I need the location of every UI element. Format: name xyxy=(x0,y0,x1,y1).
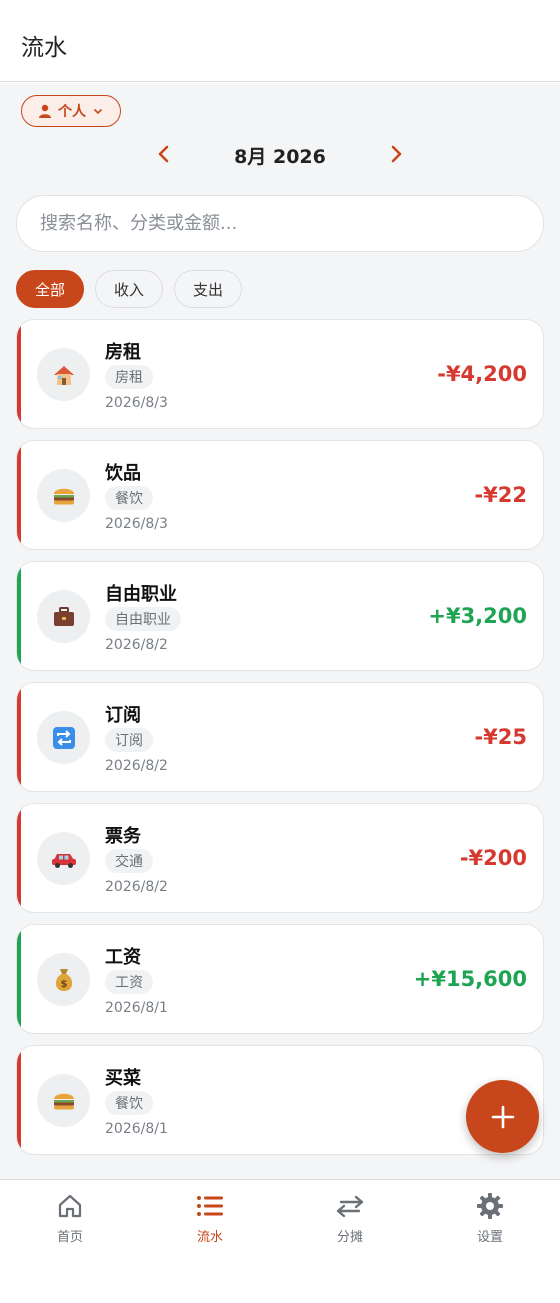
income-indicator-bar xyxy=(17,562,21,670)
transaction-amount: -¥22 xyxy=(474,483,527,507)
transaction-amount: +¥3,200 xyxy=(428,604,527,628)
scope-selector[interactable]: 个人 xyxy=(21,95,121,127)
transaction-card[interactable]: 自由职业 自由职业 2026/8/2 +¥3,200 xyxy=(16,561,544,671)
scope-label: 个人 xyxy=(58,104,86,120)
transaction-name: 订阅 xyxy=(105,705,141,726)
transaction-amount: -¥25 xyxy=(474,725,527,749)
category-tag: 餐饮 xyxy=(105,1091,153,1115)
transaction-date: 2026/8/2 xyxy=(105,879,168,895)
expense-indicator-bar xyxy=(17,320,21,428)
transaction-name: 买菜 xyxy=(105,1068,141,1089)
category-tag: 房租 xyxy=(105,365,153,389)
category-tag: 自由职业 xyxy=(105,607,181,631)
split-arrows-icon xyxy=(335,1192,365,1220)
transaction-date: 2026/8/2 xyxy=(105,637,168,653)
nav-label: 流水 xyxy=(196,1230,223,1245)
nav-item-home[interactable]: 首页 xyxy=(0,1192,140,1252)
chevron-right-icon xyxy=(391,145,402,163)
main-content: 个人 8月 2026 全部 收入 支出 房租 房租 2026/8/3 -¥4,2 xyxy=(0,83,560,1179)
category-tag: 订阅 xyxy=(105,728,153,752)
top-bar: 流水 xyxy=(0,0,560,82)
next-month-button[interactable] xyxy=(383,141,409,167)
chevron-down-icon xyxy=(92,105,104,117)
house-icon xyxy=(37,348,90,401)
filter-expense-chip[interactable]: 支出 xyxy=(174,270,243,308)
current-month-label: 8月 2026 xyxy=(234,146,326,168)
repeat-icon xyxy=(37,711,90,764)
svg-text:$: $ xyxy=(60,979,67,990)
burger-icon xyxy=(37,469,90,522)
transaction-card[interactable]: $ 工资 工资 2026/8/1 +¥15,600 xyxy=(16,924,544,1034)
plus-icon xyxy=(491,1105,514,1128)
person-icon xyxy=(38,104,52,118)
previous-month-button[interactable] xyxy=(151,141,177,167)
filter-all-chip[interactable]: 全部 xyxy=(16,270,85,308)
transaction-card[interactable]: 饮品 餐饮 2026/8/3 -¥22 xyxy=(16,440,544,550)
transaction-date: 2026/8/2 xyxy=(105,758,168,774)
nav-label: 分摊 xyxy=(336,1230,363,1245)
transaction-amount: -¥4,200 xyxy=(437,362,527,386)
income-indicator-bar xyxy=(17,925,21,1033)
transaction-name: 饮品 xyxy=(105,463,141,484)
transaction-card[interactable]: 订阅 订阅 2026/8/2 -¥25 xyxy=(16,682,544,792)
expense-indicator-bar xyxy=(17,683,21,791)
burger-icon xyxy=(37,1074,90,1127)
transaction-name: 自由职业 xyxy=(105,584,177,605)
search-box xyxy=(16,195,544,252)
expense-indicator-bar xyxy=(17,1046,21,1154)
filter-income-chip[interactable]: 收入 xyxy=(95,270,164,308)
month-navigator: 8月 2026 xyxy=(0,139,560,169)
nav-item-transactions[interactable]: 流水 xyxy=(140,1192,280,1252)
chevron-left-icon xyxy=(158,145,169,163)
nav-label: 首页 xyxy=(56,1230,83,1245)
nav-item-split[interactable]: 分摊 xyxy=(280,1192,420,1252)
briefcase-icon xyxy=(37,590,90,643)
category-tag: 工资 xyxy=(105,970,153,994)
transaction-card[interactable]: 票务 交通 2026/8/2 -¥200 xyxy=(16,803,544,913)
transaction-date: 2026/8/1 xyxy=(105,1121,168,1137)
transaction-list: 房租 房租 2026/8/3 -¥4,200 饮品 餐饮 2026/8/3 -¥… xyxy=(16,319,544,1166)
transaction-date: 2026/8/1 xyxy=(105,1000,168,1016)
money-bag-icon: $ xyxy=(37,953,90,1006)
transaction-date: 2026/8/3 xyxy=(105,395,168,411)
gear-icon xyxy=(475,1192,505,1220)
transaction-card[interactable]: 买菜 餐饮 2026/8/1 -¥… xyxy=(16,1045,544,1155)
bottom-navigation: 首页 流水 分摊 设置 xyxy=(0,1179,560,1303)
transaction-name: 工资 xyxy=(105,947,141,968)
search-input[interactable] xyxy=(17,196,543,251)
expense-indicator-bar xyxy=(17,804,21,912)
page-title: 流水 xyxy=(21,35,67,61)
car-icon xyxy=(37,832,90,885)
transaction-amount: +¥15,600 xyxy=(413,967,527,991)
home-icon xyxy=(55,1192,85,1220)
transaction-date: 2026/8/3 xyxy=(105,516,168,532)
transaction-card[interactable]: 房租 房租 2026/8/3 -¥4,200 xyxy=(16,319,544,429)
category-tag: 餐饮 xyxy=(105,486,153,510)
add-transaction-button[interactable] xyxy=(466,1080,539,1153)
expense-indicator-bar xyxy=(17,441,21,549)
transaction-amount: -¥200 xyxy=(459,846,527,870)
nav-item-settings[interactable]: 设置 xyxy=(420,1192,560,1252)
nav-label: 设置 xyxy=(476,1230,503,1245)
type-filter-bar: 全部 收入 支出 xyxy=(16,270,243,308)
transaction-name: 房租 xyxy=(105,342,141,363)
transaction-name: 票务 xyxy=(105,826,141,847)
list-icon xyxy=(195,1192,225,1220)
category-tag: 交通 xyxy=(105,849,153,873)
